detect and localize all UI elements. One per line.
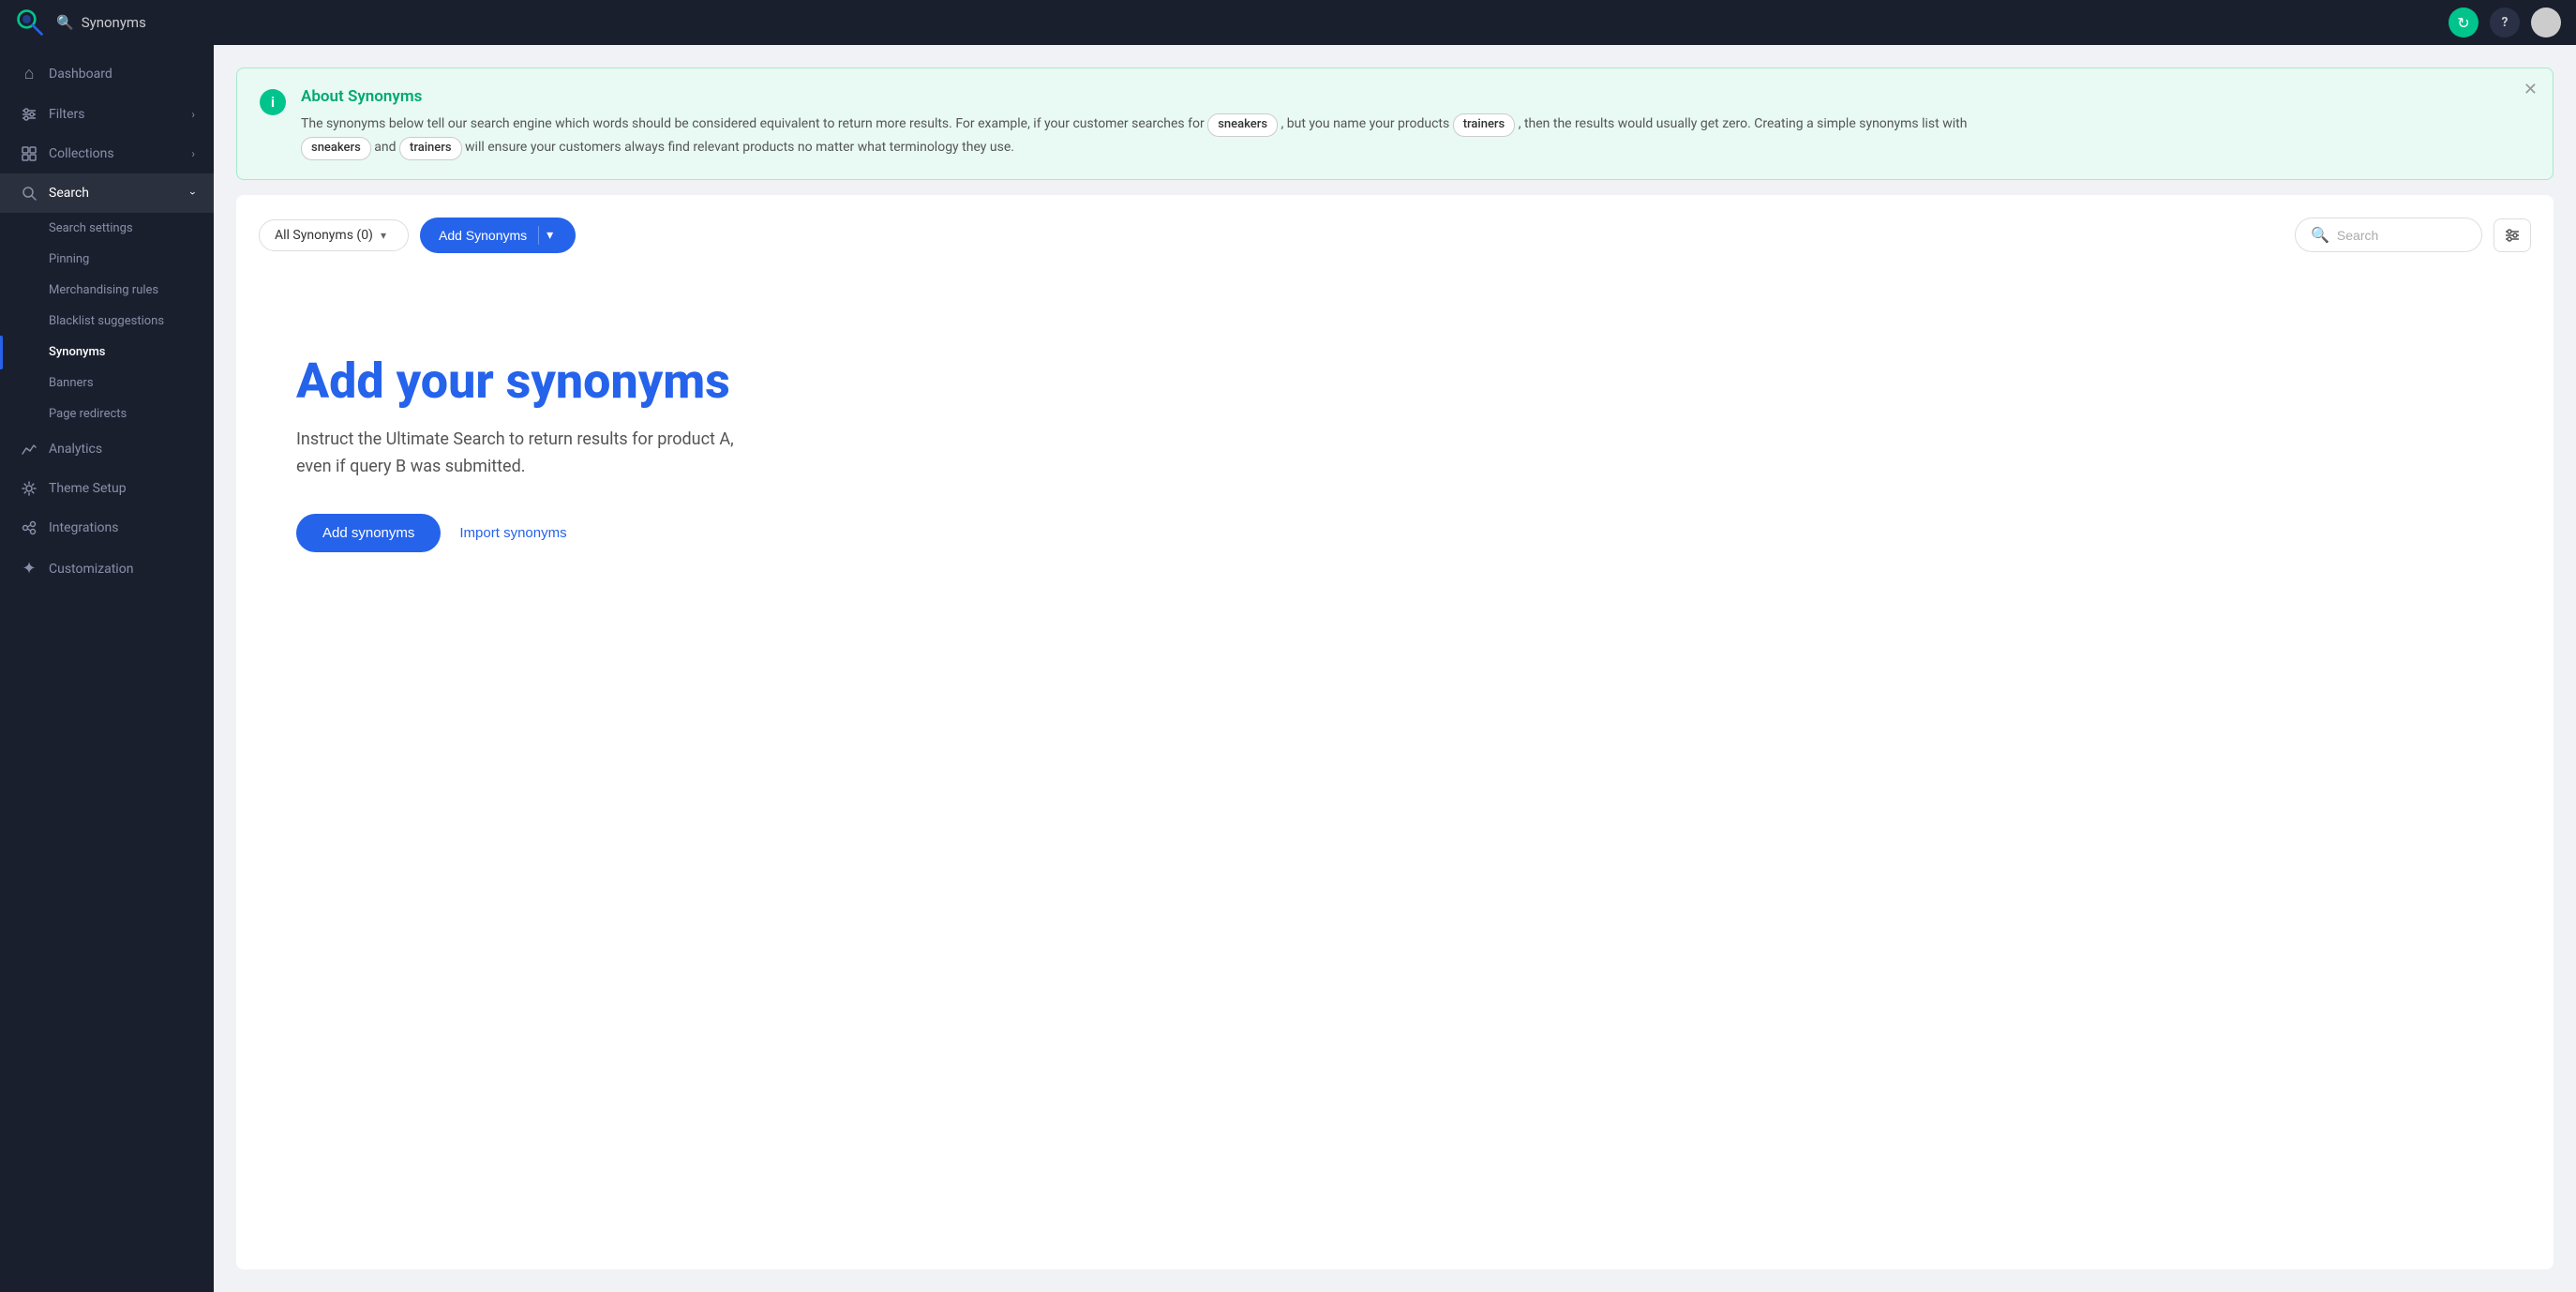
sidebar-item-analytics[interactable]: Analytics: [0, 429, 214, 469]
chevron-down-icon: ▾: [381, 229, 386, 242]
search-icon: 🔍: [2311, 226, 2329, 244]
sidebar-sub-item-merchandising-rules[interactable]: Merchandising rules: [0, 275, 214, 306]
tag-sneakers-2: sneakers: [301, 137, 371, 160]
filters-icon: [19, 106, 39, 123]
sidebar-item-label: Theme Setup: [49, 481, 127, 496]
main-layout: ⌂ Dashboard Filters › Collections › Sear…: [0, 45, 2576, 1292]
sidebar-sub-item-banners[interactable]: Banners: [0, 368, 214, 398]
search-input[interactable]: [2337, 228, 2449, 243]
search-icon: [19, 185, 39, 202]
breadcrumb-icon: 🔍: [56, 14, 74, 31]
empty-state-description: Instruct the Ultimate Search to return r…: [296, 427, 746, 481]
sidebar: ⌂ Dashboard Filters › Collections › Sear…: [0, 45, 214, 1292]
sidebar-item-customization[interactable]: ✦ Customization: [0, 548, 214, 590]
avatar[interactable]: [2531, 8, 2561, 38]
search-input-wrap[interactable]: 🔍: [2295, 218, 2482, 252]
collections-icon: [19, 145, 39, 162]
page-breadcrumb: 🔍 Synonyms: [56, 14, 146, 31]
sidebar-sub-item-blacklist[interactable]: Blacklist suggestions: [0, 306, 214, 337]
customization-icon: ✦: [19, 559, 39, 578]
add-synonyms-cta-button[interactable]: Add synonyms: [296, 514, 441, 552]
sidebar-item-theme-setup[interactable]: Theme Setup: [0, 469, 214, 508]
sidebar-sub-item-search-settings[interactable]: Search settings: [0, 213, 214, 244]
sidebar-sub-item-pinning[interactable]: Pinning: [0, 244, 214, 275]
info-text-mid1: , but you name your products: [1281, 116, 1450, 131]
integrations-icon: [19, 519, 39, 536]
topbar-right: ↻ ?: [2449, 8, 2561, 38]
theme-setup-icon: [19, 480, 39, 497]
breadcrumb-label: Synonyms: [82, 14, 146, 31]
button-divider: [538, 226, 539, 245]
topbar: 🔍 Synonyms ↻ ?: [0, 0, 2576, 45]
info-banner-title: About Synonyms: [301, 87, 2530, 106]
info-banner: i About Synonyms The synonyms below tell…: [236, 68, 2554, 180]
dashboard-icon: ⌂: [19, 64, 39, 83]
sidebar-item-label: Integrations: [49, 520, 118, 535]
main-card: All Synonyms (0) ▾ Add Synonyms ▾ 🔍: [236, 195, 2554, 1269]
chevron-icon: ›: [191, 108, 195, 121]
sidebar-item-dashboard[interactable]: ⌂ Dashboard: [0, 53, 214, 95]
chevron-icon: ›: [187, 191, 200, 195]
sidebar-item-filters[interactable]: Filters ›: [0, 95, 214, 134]
info-banner-content: About Synonyms The synonyms below tell o…: [301, 87, 2530, 160]
info-banner-text: The synonyms below tell our search engin…: [301, 113, 2530, 160]
analytics-icon: [19, 441, 39, 458]
sidebar-item-integrations[interactable]: Integrations: [0, 508, 214, 548]
toolbar: All Synonyms (0) ▾ Add Synonyms ▾ 🔍: [259, 218, 2531, 253]
empty-state-title: Add your synonyms: [296, 354, 730, 408]
sidebar-item-label: Analytics: [49, 442, 102, 457]
sidebar-item-label: Filters: [49, 107, 85, 122]
empty-state: Add your synonyms Instruct the Ultimate …: [259, 298, 2531, 609]
content-area: i About Synonyms The synonyms below tell…: [214, 45, 2576, 1292]
info-icon: i: [260, 89, 286, 115]
sidebar-sub-item-page-redirects[interactable]: Page redirects: [0, 398, 214, 429]
synonyms-filter-select[interactable]: All Synonyms (0) ▾: [259, 219, 409, 251]
close-button[interactable]: ✕: [2524, 80, 2538, 99]
tag-trainers-1: trainers: [1453, 113, 1516, 137]
add-synonyms-button[interactable]: Add Synonyms ▾: [420, 218, 576, 253]
help-button[interactable]: ?: [2490, 8, 2520, 38]
sidebar-item-collections[interactable]: Collections ›: [0, 134, 214, 173]
info-text-mid2: , then the results would usually get zer…: [1519, 116, 1968, 131]
import-synonyms-button[interactable]: Import synonyms: [456, 514, 570, 552]
empty-state-actions: Add synonyms Import synonyms: [296, 514, 571, 552]
refresh-button[interactable]: ↻: [2449, 8, 2479, 38]
tag-trainers-2: trainers: [399, 137, 462, 160]
info-text-and: and: [374, 140, 399, 155]
sidebar-sub-item-synonyms[interactable]: Synonyms: [0, 337, 214, 368]
add-synonyms-dropdown-icon[interactable]: ▾: [543, 227, 557, 243]
tag-sneakers-1: sneakers: [1207, 113, 1278, 137]
sidebar-item-label: Customization: [49, 562, 133, 577]
select-label: All Synonyms (0): [275, 228, 373, 243]
search-wrapper: 🔍: [2295, 218, 2531, 252]
info-text-before: The synonyms below tell our search engin…: [301, 116, 1205, 131]
app-logo: [15, 8, 45, 38]
filter-icon-button[interactable]: [2494, 218, 2531, 252]
sidebar-item-label: Dashboard: [49, 67, 112, 82]
chevron-icon: ›: [191, 147, 195, 160]
add-synonyms-label: Add Synonyms: [439, 228, 527, 243]
sidebar-item-label: Search: [49, 186, 89, 201]
sidebar-item-label: Collections: [49, 146, 114, 161]
info-text-end: will ensure your customers always find r…: [465, 140, 1014, 155]
sidebar-item-search[interactable]: Search ›: [0, 173, 214, 213]
